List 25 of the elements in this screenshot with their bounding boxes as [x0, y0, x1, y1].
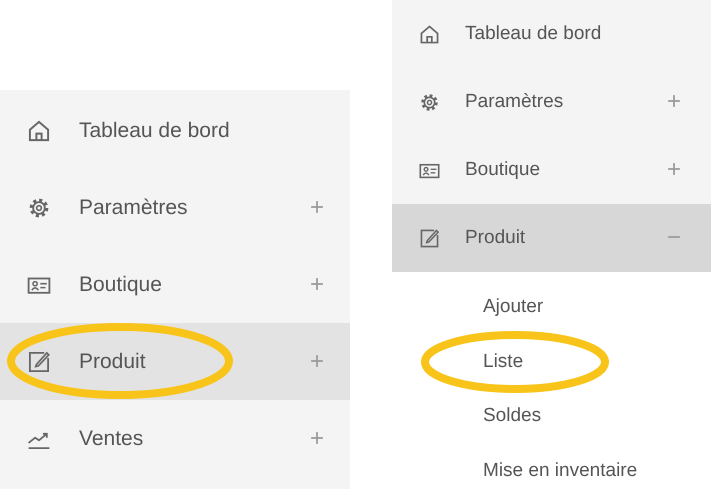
menu-item[interactable]: Ventes +: [0, 400, 350, 477]
menu-item[interactable]: Paramètres +: [392, 68, 711, 136]
home-icon: [418, 22, 441, 46]
menu-label: Paramètres: [465, 91, 564, 113]
menu-item[interactable]: Produit −: [392, 204, 711, 272]
submenu-item[interactable]: Mise en inventaire: [483, 460, 638, 482]
edit-icon: [26, 348, 52, 374]
menu-item[interactable]: Tableau de bord: [0, 92, 350, 169]
menu-label: Produit: [79, 350, 147, 374]
menu-label: Tableau de bord: [79, 118, 231, 142]
edit-icon: [418, 226, 441, 250]
menu-label: Ventes: [79, 426, 144, 450]
menu-label: Boutique: [79, 272, 163, 296]
submenu-item[interactable]: Ajouter: [483, 296, 544, 318]
menu-item[interactable]: Tableau de bord: [392, 0, 711, 68]
menu-label: Produit: [465, 227, 526, 249]
submenu-item[interactable]: Liste: [483, 350, 524, 373]
menu-item[interactable]: Boutique +: [0, 246, 350, 323]
menu-item[interactable]: Produit +: [0, 323, 350, 400]
menu-label: Tableau de bord: [465, 23, 602, 45]
menu-label: Boutique: [465, 159, 542, 181]
menu-item[interactable]: Boutique +: [392, 136, 711, 204]
submenu-item[interactable]: Soldes: [483, 405, 542, 428]
menu-item[interactable]: Paramètres +: [0, 169, 350, 246]
menu-label: Paramètres: [79, 196, 189, 220]
